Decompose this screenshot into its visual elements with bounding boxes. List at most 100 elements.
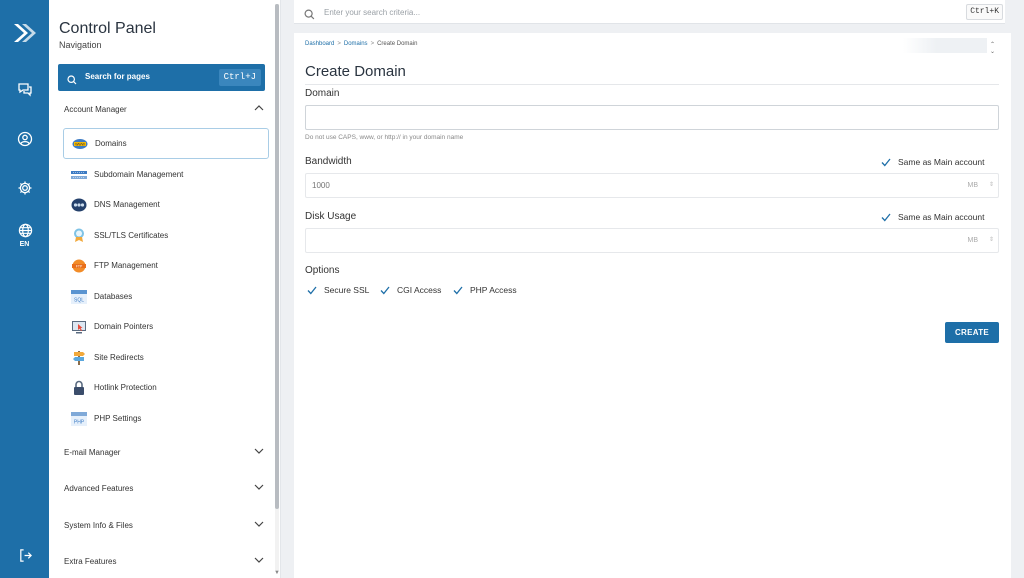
breadcrumb-domains[interactable]: Domains — [344, 41, 368, 47]
domain-field — [305, 105, 999, 130]
bandwidth-label: Bandwidth — [305, 156, 352, 167]
domain-input[interactable] — [306, 106, 998, 129]
dns-icon — [71, 198, 87, 212]
page-title: Create Domain — [305, 63, 406, 80]
checkmark-icon — [453, 285, 463, 295]
php-icon: PHP — [71, 411, 87, 426]
php-access-checkbox[interactable]: PHP Access — [453, 285, 517, 295]
sidebar-item-label: SSL/TLS Certificates — [94, 231, 169, 240]
settings-gear-icon[interactable] — [15, 178, 35, 198]
breadcrumb: Dashboard > Domains > Create Domain — [305, 41, 418, 47]
disk-usage-input[interactable] — [306, 229, 998, 252]
sidebar-item-label: Domain Pointers — [94, 322, 154, 331]
section-system-info-files[interactable]: System Info & Files — [64, 521, 264, 530]
logout-icon[interactable] — [15, 545, 35, 565]
search-pages-button[interactable]: Search for pages Ctrl+J — [58, 64, 265, 91]
chevron-down-icon — [254, 483, 264, 493]
spinner-icon: ⇕ — [988, 237, 994, 243]
ssl-certificate-icon — [71, 228, 87, 243]
checkbox-label: Same as Main account — [898, 212, 985, 222]
create-button[interactable]: CREATE — [945, 322, 999, 343]
scrollbar-thumb[interactable] — [275, 4, 279, 509]
domain-pointer-icon — [71, 320, 87, 334]
breadcrumb-dashboard[interactable]: Dashboard — [305, 41, 334, 47]
main-panel: Dashboard > Domains > Create Domain ⌃ ⌄ Creat… — [294, 33, 1011, 578]
checkbox-label: Same as Main account — [898, 157, 985, 167]
language-globe-icon[interactable] — [15, 220, 35, 240]
sidebar-item-php-settings[interactable]: PHP PHP Settings — [63, 403, 269, 434]
disk-usage-field: MB ⇕ — [305, 228, 999, 253]
section-label: Advanced Features — [64, 484, 134, 493]
section-label: E-mail Manager — [64, 448, 121, 457]
sidebar-item-domains[interactable]: WWW Domains — [63, 128, 269, 159]
sidebar-item-label: Databases — [94, 292, 133, 301]
icon-rail: EN — [0, 0, 49, 578]
bandwidth-input[interactable] — [306, 174, 998, 197]
global-search-bar: Ctrl+K — [294, 0, 1005, 24]
svg-text:SQL: SQL — [74, 297, 84, 303]
chevron-up-icon — [254, 104, 264, 114]
sidebar-item-dns-management[interactable]: DNS Management — [63, 189, 269, 220]
options-label: Options — [305, 265, 340, 276]
sidebar-item-label: PHP Settings — [94, 414, 142, 423]
chevron-down-icon — [254, 447, 264, 457]
search-icon — [304, 7, 315, 25]
sidebar-item-label: Domains — [95, 139, 127, 148]
section-account-manager[interactable]: Account Manager — [64, 105, 264, 114]
padlock-icon — [71, 380, 87, 395]
sidebar-item-label: DNS Management — [94, 200, 160, 209]
sidebar-title: Control Panel — [59, 20, 156, 37]
scroll-down-arrow-icon[interactable]: ▼ — [274, 570, 280, 576]
checkbox-label: PHP Access — [470, 285, 517, 295]
sidebar-item-hotlink-protection[interactable]: Hotlink Protection — [63, 372, 269, 403]
domain-label: Domain — [305, 88, 340, 99]
bandwidth-same-checkbox[interactable]: Same as Main account — [881, 157, 984, 167]
checkbox-label: Secure SSL — [324, 285, 370, 295]
user-profile-icon[interactable] — [15, 129, 35, 149]
sidebar-item-label: Site Redirects — [94, 353, 144, 362]
svg-text:WWW: WWW — [75, 142, 85, 146]
sidebar-item-ssl-tls[interactable]: SSL/TLS Certificates — [63, 220, 269, 251]
search-pages-label: Search for pages — [85, 72, 150, 81]
cgi-access-checkbox[interactable]: CGI Access — [380, 285, 441, 295]
sidebar-item-site-redirects[interactable]: Site Redirects — [63, 342, 269, 373]
sidebar-item-ftp-management[interactable]: FTP FTP Management — [63, 250, 269, 281]
checkmark-icon — [380, 285, 390, 295]
checkmark-icon — [881, 157, 891, 167]
global-search-input[interactable] — [324, 4, 924, 20]
sidebar-item-subdomain-management[interactable]: Subdomain Management — [63, 159, 269, 190]
sidebar-scrollbar[interactable]: ▼ — [274, 4, 280, 576]
sidebar: Control Panel Navigation Search for page… — [49, 0, 281, 578]
chevron-updown-icon: ⌃ ⌄ — [989, 42, 995, 55]
domain-hint: Do not use CAPS, www, or http:// in your… — [305, 134, 464, 141]
chevron-down-icon — [254, 556, 264, 566]
section-email-manager[interactable]: E-mail Manager — [64, 448, 264, 457]
svg-text:PHP: PHP — [74, 419, 85, 425]
search-pages-shortcut: Ctrl+J — [218, 69, 261, 86]
section-label: System Info & Files — [64, 521, 133, 530]
language-code[interactable]: EN — [0, 241, 49, 248]
section-advanced-features[interactable]: Advanced Features — [64, 484, 264, 493]
breadcrumb-current: Create Domain — [377, 41, 418, 47]
secure-ssl-checkbox[interactable]: Secure SSL — [307, 285, 369, 295]
global-search-shortcut: Ctrl+K — [966, 4, 1003, 20]
sidebar-item-label: Hotlink Protection — [94, 383, 157, 392]
chevron-down-icon — [254, 520, 264, 530]
bandwidth-unit: MB — [967, 182, 979, 189]
sidebar-item-databases[interactable]: SQL Databases — [63, 281, 269, 312]
sidebar-subtitle: Navigation — [59, 40, 102, 50]
subdomain-icon — [71, 168, 87, 182]
checkbox-label: CGI Access — [397, 285, 442, 295]
section-extra-features[interactable]: Extra Features — [64, 557, 264, 566]
checkmark-icon — [307, 285, 317, 295]
sidebar-item-label: Subdomain Management — [94, 170, 184, 179]
sidebar-item-domain-pointers[interactable]: Domain Pointers — [63, 311, 269, 342]
checkmark-icon — [881, 212, 891, 222]
domain-selector[interactable]: ⌃ ⌄ — [903, 38, 995, 55]
disk-same-checkbox[interactable]: Same as Main account — [881, 212, 984, 222]
sidebar-item-label: FTP Management — [94, 261, 158, 270]
signpost-icon — [71, 351, 87, 365]
messages-icon[interactable] — [15, 79, 35, 99]
brand-logo-icon[interactable] — [11, 20, 37, 46]
section-label: Extra Features — [64, 557, 117, 566]
